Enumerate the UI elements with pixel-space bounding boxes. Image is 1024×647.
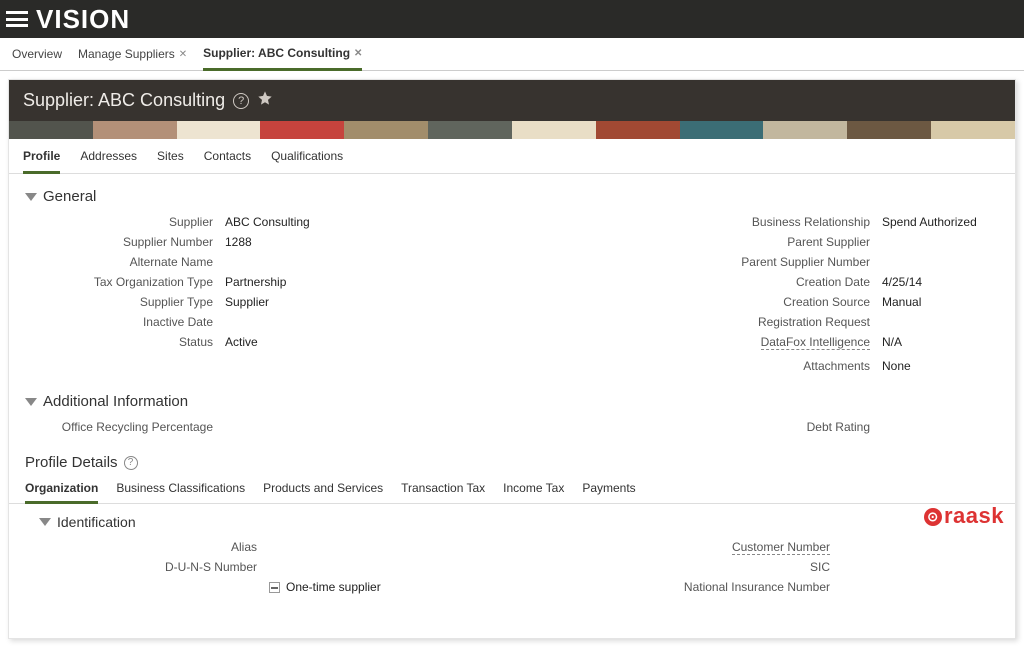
- field-label: D-U-N-S Number: [39, 560, 269, 574]
- page-title: Supplier: ABC Consulting: [23, 90, 225, 111]
- field-label: Debt Rating: [542, 420, 882, 434]
- nav-tab-supplier-detail[interactable]: Supplier: ABC Consulting ✕: [203, 46, 362, 71]
- section-title: Additional Information: [43, 393, 188, 410]
- page-title-banner: Supplier: ABC Consulting ?: [9, 80, 1015, 121]
- detail-tab-organization[interactable]: Organization: [25, 481, 98, 504]
- top-bar: VISION: [0, 0, 1024, 38]
- field-label: National Insurance Number: [542, 580, 842, 594]
- watermark-bullet-icon: ⊙: [924, 508, 942, 526]
- collapse-icon: [25, 193, 37, 201]
- field-label: Creation Date: [542, 275, 882, 289]
- field-label: Inactive Date: [25, 315, 225, 329]
- field-label: Registration Request: [542, 315, 882, 329]
- onetime-supplier-checkbox[interactable]: [269, 582, 280, 593]
- field-value: Spend Authorized: [882, 215, 977, 229]
- field-label: Creation Source: [542, 295, 882, 309]
- field-label: Supplier Number: [25, 235, 225, 249]
- subtab-contacts[interactable]: Contacts: [204, 149, 251, 173]
- field-value: 1288: [225, 235, 252, 249]
- watermark-logo: ⊙raask: [924, 503, 1004, 529]
- section-header-additional[interactable]: Additional Information: [25, 393, 999, 410]
- field-label: Alias: [39, 540, 269, 554]
- detail-tab-payments[interactable]: Payments: [582, 481, 635, 503]
- section-title: General: [43, 188, 96, 205]
- menu-icon[interactable]: [6, 11, 28, 27]
- nav-tab-label: Manage Suppliers: [78, 47, 175, 61]
- field-label-link[interactable]: Customer Number: [732, 540, 830, 555]
- close-icon[interactable]: ✕: [354, 48, 362, 59]
- field-label: One-time supplier: [286, 580, 381, 594]
- nav-tab-bar: Overview Manage Suppliers ✕ Supplier: AB…: [0, 38, 1024, 71]
- field-value: Manual: [882, 295, 921, 309]
- field-value: ABC Consulting: [225, 215, 310, 229]
- profile-details-heading: Profile Details ?: [9, 440, 1015, 471]
- field-value: None: [882, 359, 911, 373]
- field-value: Supplier: [225, 295, 269, 309]
- sub-tab-bar: Profile Addresses Sites Contacts Qualifi…: [9, 139, 1015, 174]
- decorative-color-strip: [9, 121, 1015, 139]
- section-header-general[interactable]: General: [25, 188, 999, 205]
- field-value: 4/25/14: [882, 275, 922, 289]
- detail-tab-products-services[interactable]: Products and Services: [263, 481, 383, 503]
- watermark-text: raask: [944, 503, 1004, 528]
- collapse-icon: [39, 518, 51, 526]
- field-label: Business Relationship: [542, 215, 882, 229]
- favorite-star-icon[interactable]: [257, 90, 273, 111]
- detail-tab-business-class[interactable]: Business Classifications: [116, 481, 245, 503]
- subtab-addresses[interactable]: Addresses: [80, 149, 137, 173]
- page-panel: Supplier: ABC Consulting ? Profile Addre…: [8, 79, 1016, 639]
- subtab-profile[interactable]: Profile: [23, 149, 60, 174]
- field-label: Status: [25, 335, 225, 349]
- section-title: Identification: [57, 514, 136, 530]
- nav-tab-label: Overview: [12, 47, 62, 61]
- field-label: SIC: [542, 560, 842, 574]
- collapse-icon: [25, 398, 37, 406]
- detail-tab-transaction-tax[interactable]: Transaction Tax: [401, 481, 485, 503]
- field-label: Office Recycling Percentage: [25, 420, 225, 434]
- field-label: Parent Supplier Number: [542, 255, 882, 269]
- brand-logo: VISION: [36, 4, 130, 35]
- help-icon[interactable]: ?: [124, 456, 138, 470]
- subtab-qualifications[interactable]: Qualifications: [271, 149, 343, 173]
- section-general: General SupplierABC Consulting Supplier …: [9, 174, 1015, 379]
- section-additional-info: Additional Information Office Recycling …: [9, 379, 1015, 440]
- field-label: Supplier Type: [25, 295, 225, 309]
- nav-tab-label: Supplier: ABC Consulting: [203, 46, 350, 60]
- section-header-identification[interactable]: Identification: [39, 514, 985, 530]
- field-label: Parent Supplier: [542, 235, 882, 249]
- field-label: Alternate Name: [25, 255, 225, 269]
- field-value: Active: [225, 335, 258, 349]
- section-identification: Identification Alias D-U-N-S Number One-…: [9, 504, 1015, 600]
- field-label: Supplier: [25, 215, 225, 229]
- help-icon[interactable]: ?: [233, 93, 249, 109]
- nav-tab-overview[interactable]: Overview: [12, 46, 62, 70]
- field-value: Partnership: [225, 275, 286, 289]
- field-label-link[interactable]: DataFox Intelligence: [761, 335, 870, 350]
- section-title: Profile Details: [25, 454, 118, 471]
- field-label: Tax Organization Type: [25, 275, 225, 289]
- detail-tab-income-tax[interactable]: Income Tax: [503, 481, 564, 503]
- detail-tab-bar: Organization Business Classifications Pr…: [9, 471, 1015, 504]
- field-label: Attachments: [542, 359, 882, 373]
- subtab-sites[interactable]: Sites: [157, 149, 184, 173]
- field-value: N/A: [882, 335, 902, 349]
- nav-tab-manage-suppliers[interactable]: Manage Suppliers ✕: [78, 46, 187, 70]
- close-icon[interactable]: ✕: [179, 49, 187, 60]
